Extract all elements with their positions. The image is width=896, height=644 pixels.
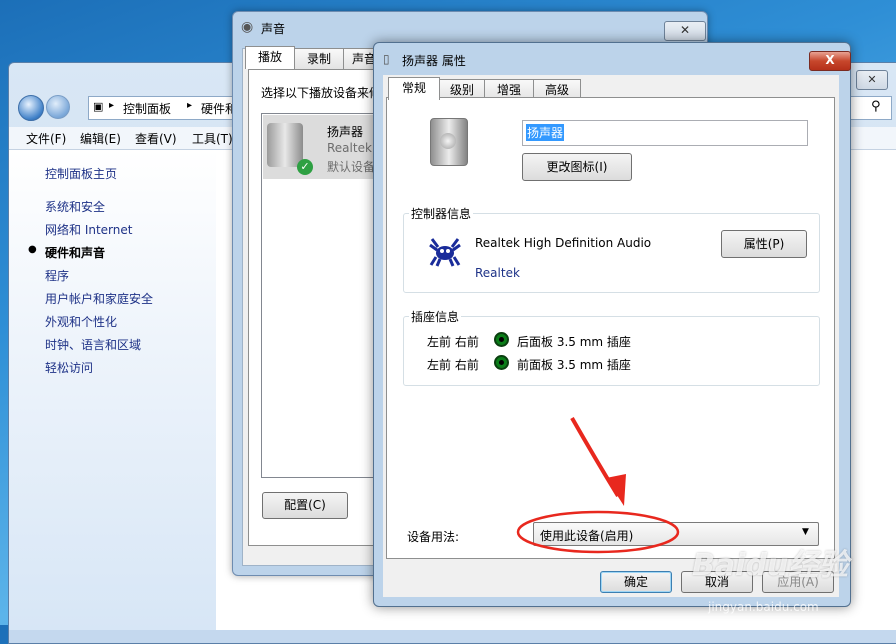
baidu-watermark: Baidu经验 jingyan.baidu.com (688, 522, 888, 622)
tab-playback[interactable]: 播放 (245, 46, 295, 69)
highlight-ellipse (516, 510, 680, 554)
tab-general[interactable]: 常规 (388, 77, 440, 100)
arrow-head (606, 474, 626, 506)
watermark-line2: jingyan.baidu.com (708, 600, 819, 614)
watermark-line1: Baidu经验 (692, 548, 849, 583)
